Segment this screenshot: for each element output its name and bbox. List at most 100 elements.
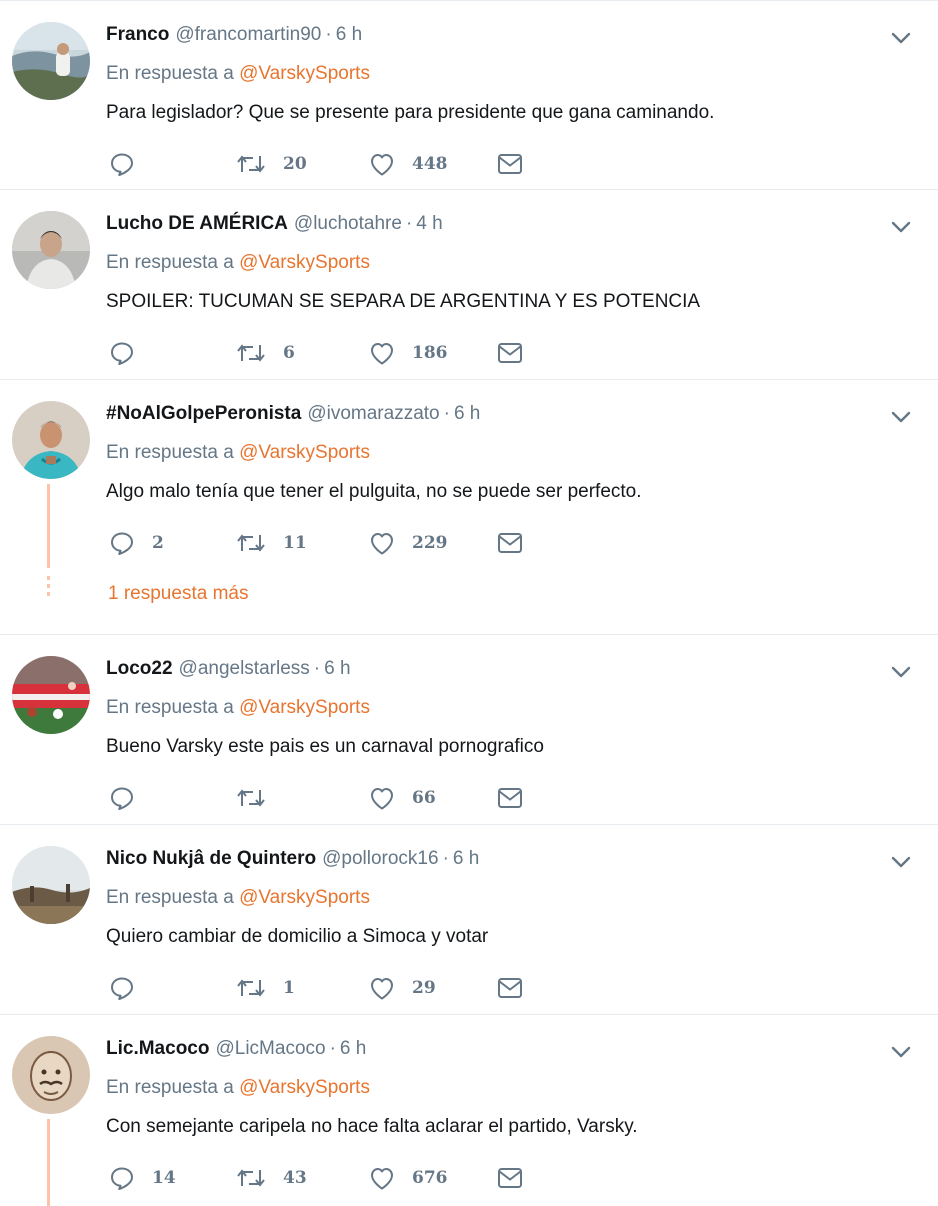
- chevron-down-icon[interactable]: [890, 29, 912, 47]
- tweet-time[interactable]: 4 h: [416, 213, 442, 234]
- user-name[interactable]: Franco: [106, 24, 169, 45]
- tweet-item[interactable]: Franco @francomartin90 · 6 h En respuesta a…: [0, 0, 938, 190]
- reply-icon: [108, 339, 136, 367]
- retweet-button[interactable]: 11: [235, 528, 307, 558]
- chevron-down-icon[interactable]: [890, 218, 912, 236]
- separator-dot: ·: [313, 658, 321, 679]
- reply-context: En respuesta a @VarskySports: [106, 441, 370, 465]
- like-icon: [368, 529, 396, 557]
- reply-button[interactable]: 2: [108, 528, 164, 558]
- retweet-icon: [235, 784, 267, 812]
- separator-dot: ·: [443, 403, 450, 424]
- retweet-button[interactable]: [235, 783, 283, 813]
- tweet-item[interactable]: Lucho DE AMÉRICA @luchotahre · 4 h En respu…: [0, 190, 938, 380]
- direct-message-button[interactable]: [496, 528, 524, 558]
- tweet-item[interactable]: Lic.Macoco @LicMacoco · 6 h En respuesta a …: [0, 1015, 938, 1206]
- chevron-down-icon[interactable]: [890, 408, 912, 426]
- reply-icon: [108, 784, 136, 812]
- avatar[interactable]: [12, 656, 90, 734]
- reply-prefix: En respuesta a: [106, 63, 234, 84]
- avatar[interactable]: [12, 401, 90, 479]
- like-button[interactable]: 229: [368, 528, 448, 558]
- retweet-icon: [235, 974, 267, 1002]
- retweet-count: 43: [283, 1168, 307, 1188]
- avatar[interactable]: [12, 846, 90, 924]
- mention-link[interactable]: @VarskySports: [239, 1077, 370, 1098]
- user-handle[interactable]: @angelstarless: [179, 658, 310, 679]
- user-name[interactable]: Nico Nukjâ de Quintero: [106, 848, 316, 869]
- mention-link[interactable]: @VarskySports: [239, 63, 370, 84]
- tweet-time[interactable]: 6 h: [453, 848, 479, 869]
- reply-context: En respuesta a @VarskySports: [106, 886, 370, 910]
- tweet-text: Con semejante caripela no hace falta acl…: [106, 1116, 638, 1137]
- chevron-down-icon[interactable]: [890, 663, 912, 681]
- retweet-button[interactable]: 6: [235, 338, 295, 368]
- user-name[interactable]: #NoAlGolpePeronista: [106, 403, 301, 424]
- chevron-down-icon[interactable]: [890, 853, 912, 871]
- direct-message-icon: [496, 339, 524, 367]
- user-handle[interactable]: @LicMacoco: [215, 1038, 325, 1059]
- tweet-item[interactable]: Loco22 @angelstarless · 6 h En respuesta a …: [0, 635, 938, 825]
- like-button[interactable]: 66: [368, 783, 436, 813]
- tweet-time[interactable]: 6 h: [336, 24, 362, 45]
- avatar[interactable]: [12, 22, 90, 100]
- tweet-time[interactable]: 6 h: [340, 1038, 366, 1059]
- tweet-item[interactable]: #NoAlGolpePeronista @ivomarazzato · 6 h En …: [0, 380, 938, 635]
- direct-message-icon: [496, 1164, 524, 1192]
- retweet-button[interactable]: 43: [235, 1163, 307, 1193]
- chevron-down-icon[interactable]: [890, 1043, 912, 1061]
- tweet-actions: 1 29: [108, 973, 538, 1003]
- user-handle[interactable]: @francomartin90: [175, 24, 321, 45]
- direct-message-icon: [496, 974, 524, 1002]
- retweet-button[interactable]: 1: [235, 973, 295, 1003]
- reply-context: En respuesta a @VarskySports: [106, 696, 370, 720]
- like-button[interactable]: 448: [368, 149, 448, 179]
- like-count: 448: [412, 154, 448, 174]
- like-button[interactable]: 186: [368, 338, 448, 368]
- separator-dot: ·: [405, 213, 413, 234]
- direct-message-button[interactable]: [496, 338, 524, 368]
- like-count: 66: [412, 788, 436, 808]
- reply-button[interactable]: 14: [108, 1163, 176, 1193]
- user-name[interactable]: Loco22: [106, 658, 173, 679]
- tweet-text: Para legislador? Que se presente para pr…: [106, 102, 715, 123]
- direct-message-button[interactable]: [496, 783, 524, 813]
- retweet-count: 6: [283, 343, 295, 363]
- retweet-count: 20: [283, 154, 307, 174]
- mention-link[interactable]: @VarskySports: [239, 252, 370, 273]
- tweet-actions: 14 43 676: [108, 1163, 538, 1193]
- direct-message-button[interactable]: [496, 973, 524, 1003]
- avatar[interactable]: [12, 211, 90, 289]
- direct-message-button[interactable]: [496, 1163, 524, 1193]
- tweet-item[interactable]: Nico Nukjâ de Quintero @pollorock16 · 6 h E…: [0, 825, 938, 1015]
- reply-button[interactable]: [108, 338, 152, 368]
- mention-link[interactable]: @VarskySports: [239, 697, 370, 718]
- reply-button[interactable]: [108, 783, 152, 813]
- reply-button[interactable]: [108, 973, 152, 1003]
- reply-count: 2: [152, 533, 164, 553]
- user-handle[interactable]: @ivomarazzato: [307, 403, 439, 424]
- tweet-actions: 66: [108, 783, 538, 813]
- thread-line: [47, 484, 50, 568]
- user-name[interactable]: Lic.Macoco: [106, 1038, 209, 1059]
- user-handle[interactable]: @pollorock16: [322, 848, 438, 869]
- show-more-replies-link[interactable]: 1 respuesta más: [108, 583, 248, 605]
- direct-message-icon: [496, 529, 524, 557]
- reply-button[interactable]: [108, 149, 152, 179]
- tweet-time[interactable]: 6 h: [454, 403, 480, 424]
- like-button[interactable]: 676: [368, 1163, 448, 1193]
- avatar[interactable]: [12, 1036, 90, 1114]
- direct-message-button[interactable]: [496, 149, 524, 179]
- like-button[interactable]: 29: [368, 973, 436, 1003]
- user-name[interactable]: Lucho DE AMÉRICA: [106, 213, 288, 234]
- tweet-text: Bueno Varsky este pais es un carnaval po…: [106, 736, 544, 757]
- reply-icon: [108, 1164, 136, 1192]
- retweet-icon: [235, 339, 267, 367]
- mention-link[interactable]: @VarskySports: [239, 887, 370, 908]
- retweet-button[interactable]: 20: [235, 149, 307, 179]
- user-handle[interactable]: @luchotahre: [294, 213, 402, 234]
- mention-link[interactable]: @VarskySports: [239, 442, 370, 463]
- tweet-time[interactable]: 6 h: [324, 658, 350, 679]
- like-count: 676: [412, 1168, 448, 1188]
- reply-count: 14: [152, 1168, 176, 1188]
